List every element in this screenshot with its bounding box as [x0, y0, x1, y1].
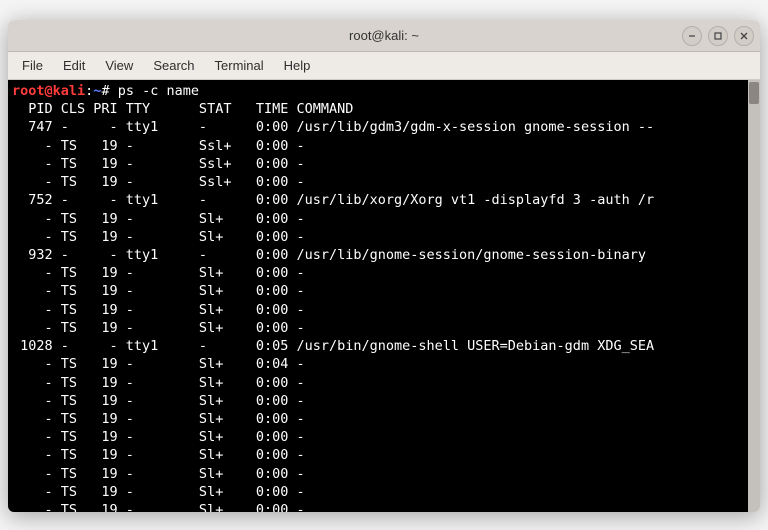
menu-file[interactable]: File — [14, 55, 51, 76]
menu-help[interactable]: Help — [276, 55, 319, 76]
close-icon — [739, 31, 749, 41]
close-button[interactable] — [734, 26, 754, 46]
menubar: File Edit View Search Terminal Help — [8, 52, 760, 80]
maximize-icon — [713, 31, 723, 41]
window-title: root@kali: ~ — [349, 28, 419, 43]
scrollbar[interactable] — [748, 80, 760, 512]
menu-search[interactable]: Search — [145, 55, 202, 76]
terminal[interactable]: root@kali:~# ps -c name PID CLS PRI TTY … — [8, 80, 748, 512]
terminal-wrapper: root@kali:~# ps -c name PID CLS PRI TTY … — [8, 80, 760, 512]
terminal-window: root@kali: ~ File Edit View Search Termi… — [8, 20, 760, 512]
minimize-icon — [687, 31, 697, 41]
menu-terminal[interactable]: Terminal — [207, 55, 272, 76]
menu-edit[interactable]: Edit — [55, 55, 93, 76]
menu-view[interactable]: View — [97, 55, 141, 76]
window-controls — [682, 26, 754, 46]
titlebar[interactable]: root@kali: ~ — [8, 20, 760, 52]
minimize-button[interactable] — [682, 26, 702, 46]
maximize-button[interactable] — [708, 26, 728, 46]
scrollbar-thumb[interactable] — [749, 82, 759, 104]
